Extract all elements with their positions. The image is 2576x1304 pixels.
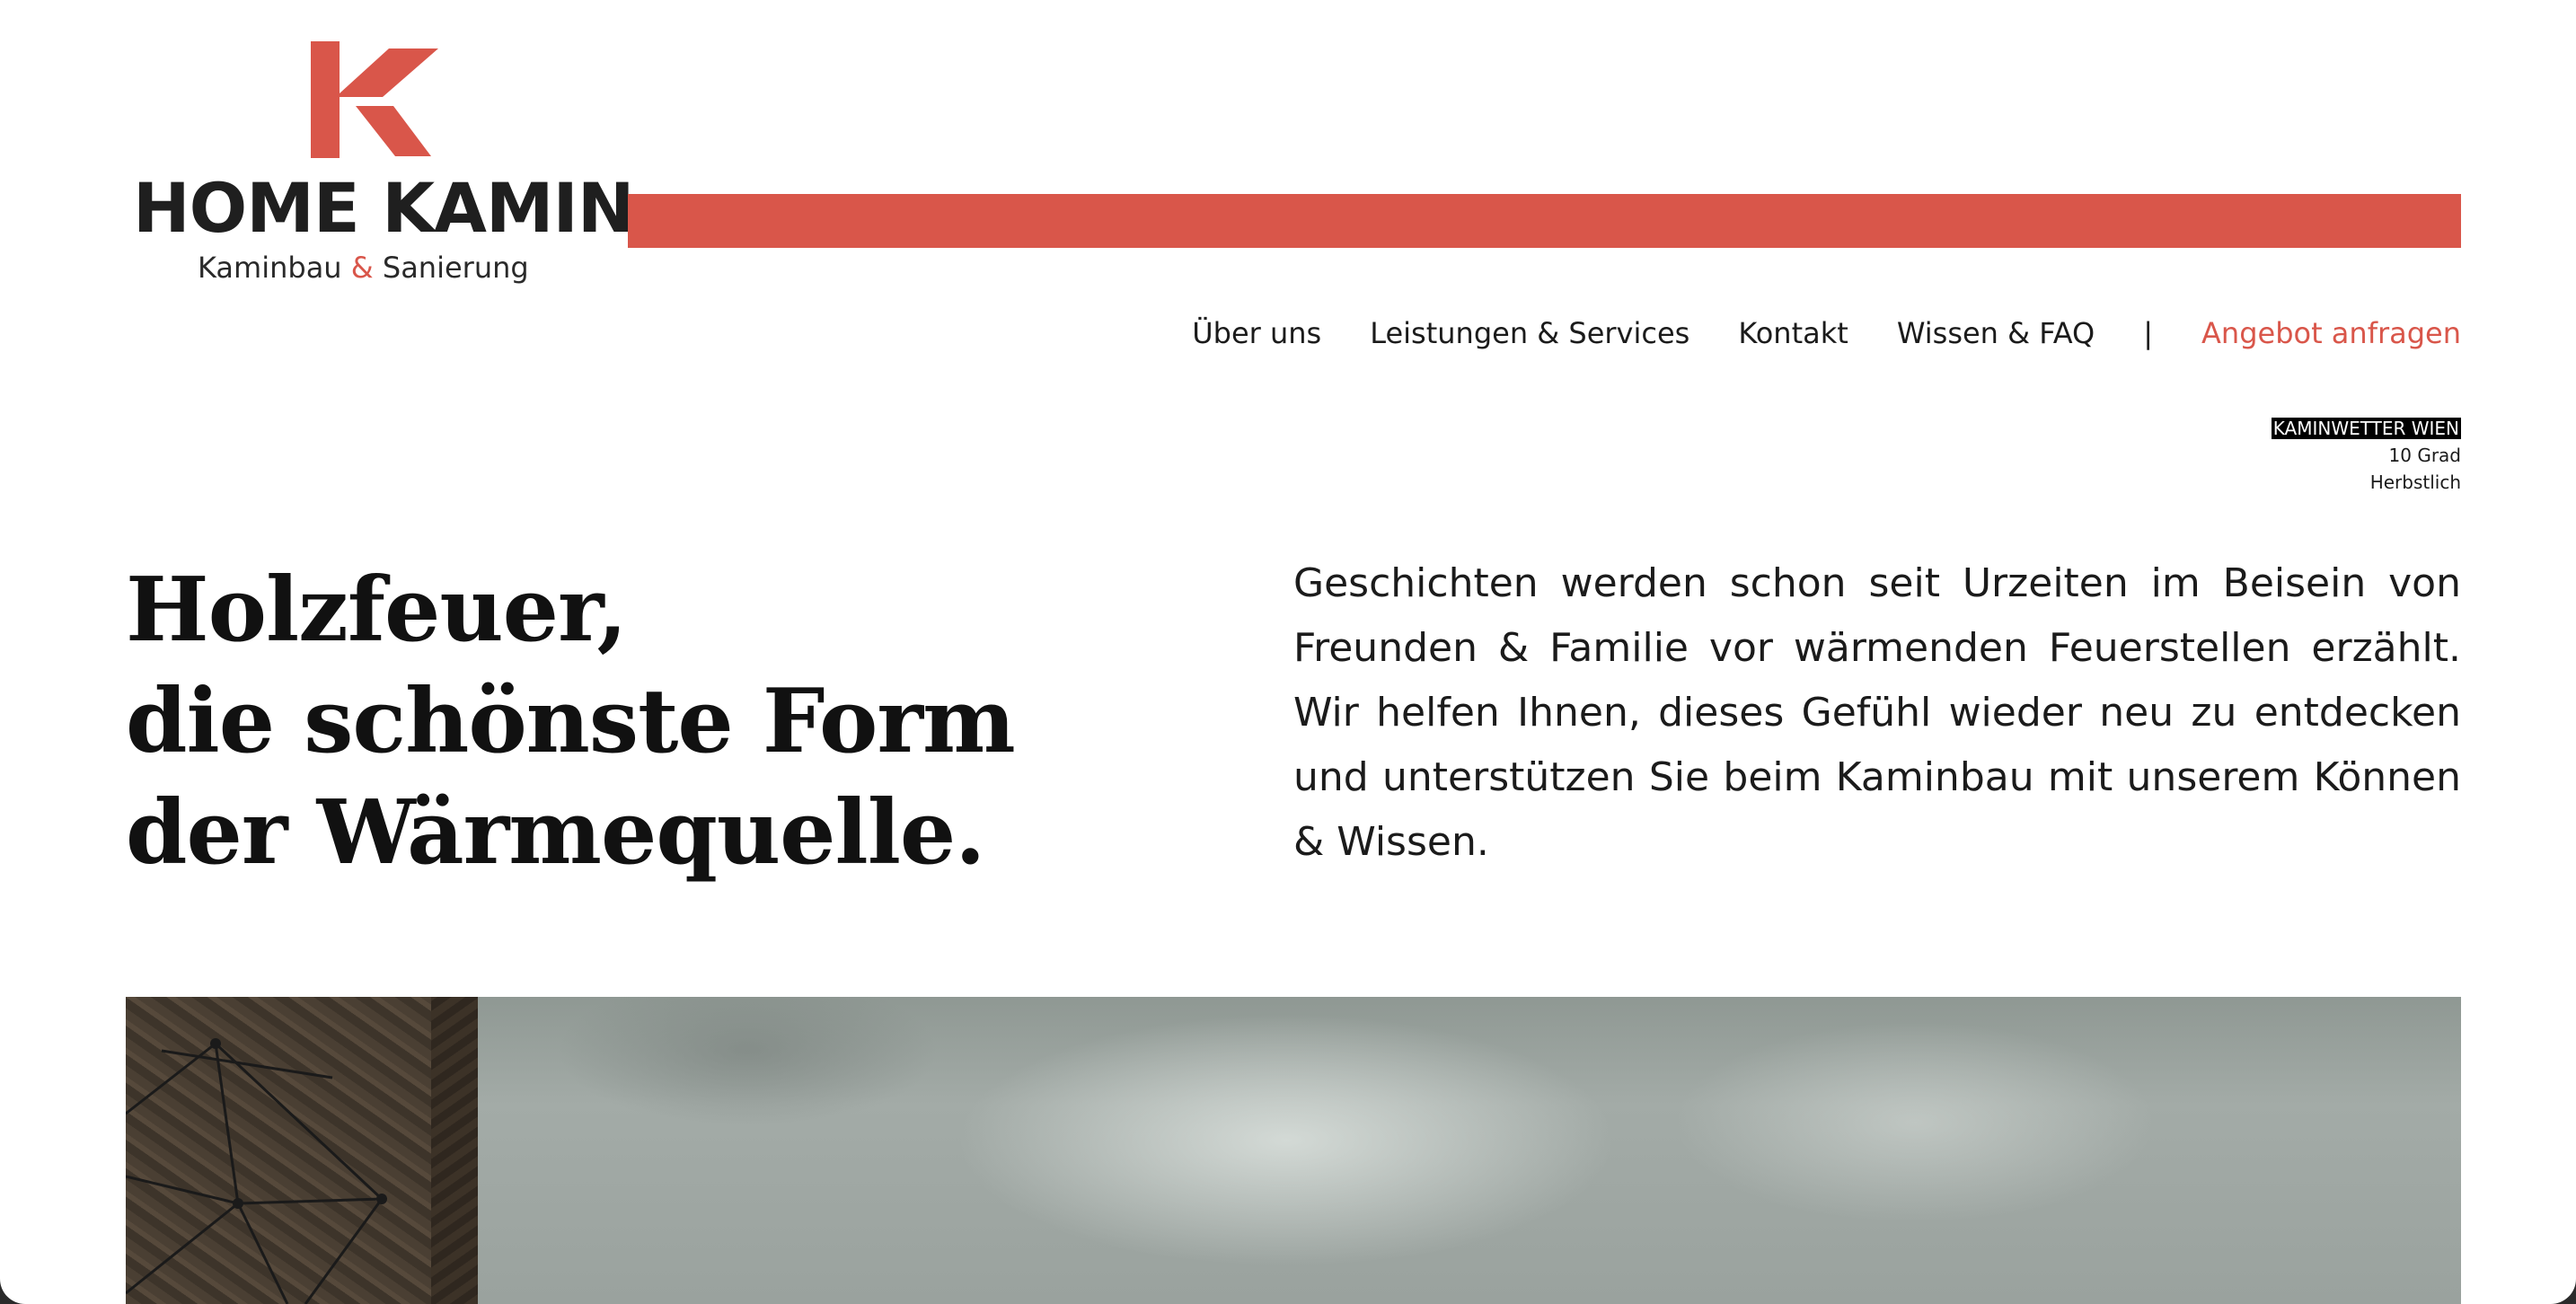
headline-line-3: der Wärmequelle. [126,781,985,885]
main-nav: Über uns Leistungen & Services Kontakt W… [1192,316,2461,350]
weather-temperature: 10 Grad [2388,445,2461,466]
tagline-amp: & [350,251,374,285]
wire-geometry-decoration [126,1038,387,1304]
concrete-wall [478,997,2461,1304]
weather-condition: Herbstlich [2369,471,2461,493]
weather-widget: KAMINWETTER WIEN 10 Grad Herbstlich [2271,415,2461,496]
request-offer-link[interactable]: Angebot anfragen [2201,316,2461,350]
header-accent-bar [628,194,2461,248]
nav-separator: | [2143,316,2154,350]
page: HOME KAMIN Kaminbau & Sanierung Über uns… [0,0,2576,1304]
hero-image [126,997,2461,1304]
tagline-part2: Sanierung [382,251,529,285]
nav-item-ueber-uns[interactable]: Über uns [1192,316,1321,350]
k-logo-icon [311,41,438,158]
weather-title: KAMINWETTER WIEN [2271,418,2461,439]
headline-line-1: Holzfeuer, [126,559,628,662]
hero-headline: Holzfeuer, die schönste Form der Wärmequ… [126,555,1204,889]
brand-name: HOME KAMIN [133,168,634,248]
nav-item-leistungen[interactable]: Leistungen & Services [1370,316,1689,350]
brand-tagline: Kaminbau & Sanierung [198,253,529,282]
hero-intro-text: Geschichten werden schon seit Urzeiten i… [1293,560,2461,865]
headline-line-2: die schönste Form [126,670,1016,773]
nav-item-kontakt[interactable]: Kontakt [1738,316,1848,350]
brand-logo[interactable]: HOME KAMIN Kaminbau & Sanierung [133,41,634,293]
nav-item-wissen-faq[interactable]: Wissen & FAQ [1897,316,2095,350]
tagline-part1: Kaminbau [198,251,342,285]
